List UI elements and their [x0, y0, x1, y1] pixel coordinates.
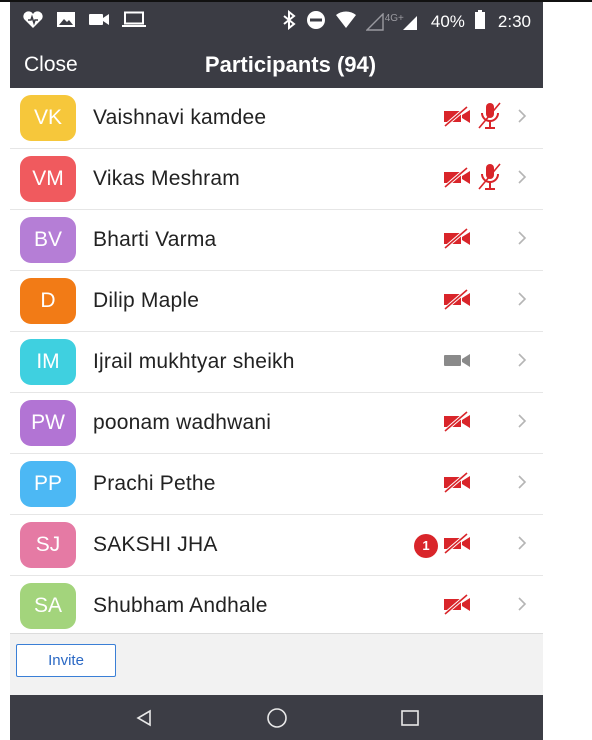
- clock: 2:30: [497, 12, 531, 31]
- page-title: Participants (94): [204, 52, 377, 77]
- avatar: SA: [20, 583, 76, 629]
- avatar: PW: [20, 400, 76, 446]
- video-off-icon: [441, 410, 475, 437]
- avatar: BV: [20, 217, 76, 263]
- participant-row[interactable]: VM Vikas Meshram: [10, 149, 543, 210]
- chevron-right-icon[interactable]: [517, 108, 527, 129]
- video-off-icon: [441, 166, 475, 193]
- chevron-right-icon[interactable]: [517, 352, 527, 373]
- participant-row[interactable]: BV Bharti Varma: [10, 210, 543, 271]
- chevron-right-icon[interactable]: [517, 474, 527, 495]
- participant-name: Vikas Meshram: [93, 167, 240, 190]
- do-not-disturb-icon: [306, 10, 326, 35]
- avatar: PP: [20, 461, 76, 507]
- heart-icon: [22, 10, 44, 34]
- status-bar: 4G+ 40% 2:30: [10, 2, 543, 42]
- invite-button[interactable]: Invite: [16, 644, 116, 677]
- recents-icon[interactable]: [380, 695, 440, 740]
- participant-list: VK Vaishnavi kamdee VM Vikas Meshram BV Bhart…: [10, 88, 543, 637]
- avatar: IM: [20, 339, 76, 385]
- avatar: D: [20, 278, 76, 324]
- participant-status-icons: 1: [414, 515, 527, 576]
- participant-name: Prachi Pethe: [93, 472, 216, 495]
- participant-name: SAKSHI JHA: [93, 533, 218, 556]
- wifi-icon: [335, 10, 357, 34]
- video-off-icon: [441, 288, 475, 315]
- video-off-icon: [441, 227, 475, 254]
- participant-name: Shubham Andhale: [93, 594, 268, 617]
- avatar: VM: [20, 156, 76, 202]
- chevron-right-icon[interactable]: [517, 596, 527, 617]
- status-bar-left: [22, 10, 146, 34]
- participant-status-icons: [441, 454, 527, 515]
- video-off-icon: [441, 593, 475, 620]
- status-bar-right: 4G+ 40% 2:30: [281, 9, 531, 35]
- signal-icon: 4G+: [365, 13, 418, 31]
- participant-name: Vaishnavi kamdee: [93, 106, 267, 129]
- participant-status-icons: [441, 210, 527, 271]
- chevron-right-icon[interactable]: [517, 291, 527, 312]
- participant-row[interactable]: SA Shubham Andhale: [10, 576, 543, 637]
- laptop-icon: [122, 11, 146, 33]
- participant-status-icons: [441, 576, 527, 637]
- avatar: SJ: [20, 522, 76, 568]
- home-icon[interactable]: [247, 695, 307, 740]
- video-off-icon: [441, 471, 475, 498]
- participant-status-icons: [441, 393, 527, 454]
- participants-header: Close Participants (94): [10, 42, 543, 88]
- video-off-icon: [441, 532, 475, 559]
- participant-status-icons: [441, 149, 527, 210]
- participant-row[interactable]: D Dilip Maple: [10, 271, 543, 332]
- video-camera-icon: [441, 349, 475, 376]
- participant-status-icons: [441, 332, 527, 393]
- participant-status-icons: [441, 88, 527, 149]
- chat-badge: 1: [414, 533, 438, 558]
- participant-row[interactable]: PP Prachi Pethe: [10, 454, 543, 515]
- footer-bar: Invite: [10, 633, 543, 696]
- chevron-right-icon[interactable]: [517, 535, 527, 556]
- back-icon[interactable]: [114, 695, 174, 740]
- participant-row[interactable]: SJ SAKSHI JHA 1: [10, 515, 543, 576]
- mic-muted-icon: [477, 162, 503, 197]
- bluetooth-icon: [281, 9, 297, 35]
- participant-row[interactable]: PW poonam wadhwani: [10, 393, 543, 454]
- participant-name: Bharti Varma: [93, 228, 217, 251]
- phone-screen: 4G+ 40% 2:30 Close Participants (94) VK V…: [10, 2, 543, 740]
- participant-row[interactable]: IM Ijrail mukhtyar sheikh: [10, 332, 543, 393]
- participant-name: poonam wadhwani: [93, 411, 272, 434]
- battery-icon: [474, 9, 486, 35]
- participant-name: Ijrail mukhtyar sheikh: [93, 350, 295, 373]
- participant-name: Dilip Maple: [93, 289, 200, 312]
- image-icon: [56, 11, 76, 33]
- chevron-right-icon[interactable]: [517, 169, 527, 190]
- mic-muted-icon: [477, 101, 503, 136]
- participant-row[interactable]: VK Vaishnavi kamdee: [10, 88, 543, 149]
- video-off-icon: [441, 105, 475, 132]
- battery-percent: 40%: [430, 12, 465, 31]
- chevron-right-icon[interactable]: [517, 413, 527, 434]
- video-icon: [88, 12, 110, 32]
- chevron-right-icon[interactable]: [517, 230, 527, 251]
- avatar: VK: [20, 95, 76, 141]
- android-nav-bar: [10, 695, 543, 740]
- participant-status-icons: [441, 271, 527, 332]
